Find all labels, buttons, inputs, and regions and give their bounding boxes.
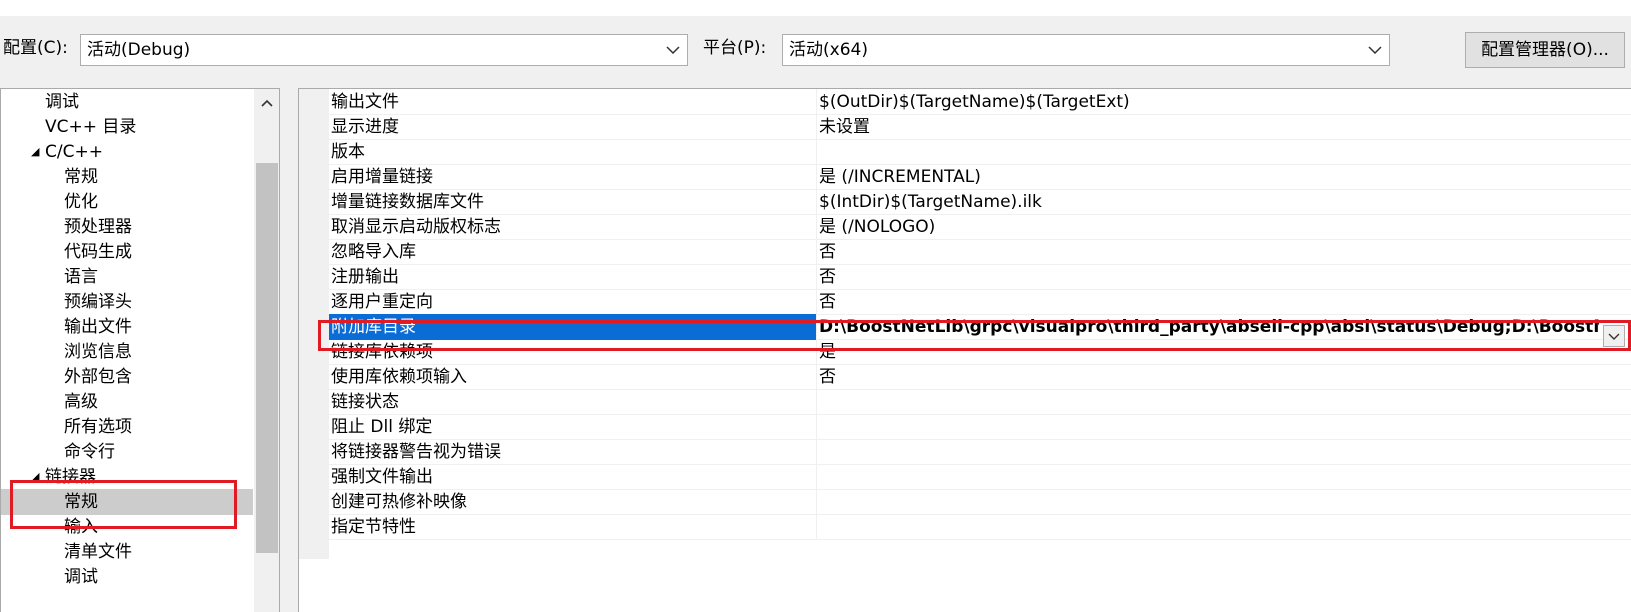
tree-item-output-files[interactable]: 输出文件 (1, 314, 253, 340)
property-name: 链接库依赖项 (331, 342, 433, 362)
property-row[interactable]: 强制文件输出 (329, 464, 1631, 490)
tree-item-all-options[interactable]: 所有选项 (1, 414, 253, 440)
chevron-down-icon (1608, 333, 1620, 340)
config-combo[interactable]: 活动(Debug) (80, 34, 688, 66)
tree-item-input[interactable]: 输入 (1, 514, 253, 540)
platform-combo[interactable]: 活动(x64) (782, 34, 1390, 66)
property-row-additional-lib-dirs[interactable]: 附加库目录 D:\BoostNetLib\grpc\visualpro\third… (329, 314, 1631, 340)
property-name: 输出文件 (331, 92, 399, 112)
expand-triangle-icon[interactable]: ◢ (31, 139, 39, 165)
property-name: 将链接器警告视为错误 (331, 442, 501, 462)
config-combo-value: 活动(Debug) (87, 40, 191, 60)
tree-item-cpp[interactable]: ◢ C/C++ (1, 139, 253, 165)
property-name: 创建可热修补映像 (331, 492, 467, 512)
tree-item-precompiled-headers[interactable]: 预编译头 (1, 289, 253, 315)
property-row[interactable]: 版本 (329, 139, 1631, 165)
property-name: 注册输出 (331, 267, 399, 287)
tree-item-optimization[interactable]: 优化 (1, 189, 253, 215)
tree-item-command-line[interactable]: 命令行 (1, 439, 253, 465)
property-name: 忽略导入库 (331, 242, 416, 262)
tree-item-advanced[interactable]: 高级 (1, 389, 253, 415)
property-value[interactable]: 否 (819, 289, 1599, 315)
property-row[interactable]: 创建可热修补映像 (329, 489, 1631, 515)
expand-triangle-icon[interactable]: ◢ (31, 464, 39, 490)
tree-item-cpp-general[interactable]: 常规 (1, 164, 253, 190)
property-row[interactable]: 指定节特性 (329, 514, 1631, 540)
property-row[interactable]: 将链接器警告视为错误 (329, 439, 1631, 465)
property-name: 阻止 Dll 绑定 (331, 417, 433, 437)
tree-item-linker-general[interactable]: 常规 (1, 489, 253, 515)
chevron-down-icon (665, 36, 681, 64)
property-value[interactable]: 是 (819, 339, 1599, 365)
property-name: 增量链接数据库文件 (331, 192, 484, 212)
platform-combo-value: 活动(x64) (789, 40, 868, 60)
property-row[interactable]: 阻止 Dll 绑定 (329, 414, 1631, 440)
property-name: 显示进度 (331, 117, 399, 137)
scroll-up-arrow-icon[interactable] (254, 93, 279, 113)
property-value[interactable]: 是 (/NOLOGO) (819, 214, 1599, 240)
property-row[interactable]: 逐用户重定向 否 (329, 289, 1631, 315)
tree-item-linker-debug[interactable]: 调试 (1, 564, 253, 590)
chevron-down-icon (1367, 36, 1383, 64)
property-row[interactable]: 增量链接数据库文件 $(IntDir)$(TargetName).ilk (329, 189, 1631, 215)
property-row[interactable]: 显示进度 未设置 (329, 114, 1631, 140)
property-name: 强制文件输出 (331, 467, 433, 487)
property-value[interactable]: $(IntDir)$(TargetName).ilk (819, 189, 1599, 215)
property-name: 附加库目录 (329, 314, 816, 340)
title-bar (0, 0, 1631, 16)
property-row[interactable]: 忽略导入库 否 (329, 239, 1631, 265)
property-row[interactable]: 输出文件 $(OutDir)$(TargetName)$(TargetExt) (329, 89, 1631, 115)
property-name: 指定节特性 (331, 517, 416, 537)
tree-item-manifest-file[interactable]: 清单文件 (1, 539, 253, 565)
property-value[interactable]: 未设置 (819, 114, 1599, 140)
tree-scrollbar[interactable] (254, 89, 279, 612)
property-value[interactable]: 否 (819, 364, 1599, 390)
value-dropdown-button[interactable] (1603, 325, 1625, 347)
property-name: 使用库依赖项输入 (331, 367, 467, 387)
property-value[interactable]: 否 (819, 239, 1599, 265)
tree-item-code-generation[interactable]: 代码生成 (1, 239, 253, 265)
property-name: 取消显示启动版权标志 (331, 217, 501, 237)
platform-label: 平台(P): (703, 38, 767, 58)
property-value[interactable]: 是 (/INCREMENTAL) (819, 164, 1599, 190)
property-row[interactable]: 链接状态 (329, 389, 1631, 415)
property-tree: 调试 VC++ 目录 ◢ C/C++ 常规 优化 预处理器 代码生成 语言 预编… (0, 88, 280, 612)
tree-item-language[interactable]: 语言 (1, 264, 253, 290)
tree-item-browse-info[interactable]: 浏览信息 (1, 339, 253, 365)
property-name: 版本 (331, 142, 365, 162)
tree-item-preprocessor[interactable]: 预处理器 (1, 214, 253, 240)
tree-item-debug[interactable]: 调试 (1, 89, 253, 115)
property-row[interactable]: 取消显示启动版权标志 是 (/NOLOGO) (329, 214, 1631, 240)
property-name: 启用增量链接 (331, 167, 433, 187)
property-row[interactable]: 链接库依赖项 是 (329, 339, 1631, 365)
property-row[interactable]: 使用库依赖项输入 否 (329, 364, 1631, 390)
config-label: 配置(C): (3, 38, 68, 58)
property-value[interactable]: D:\BoostNetLib\grpc\visualpro\third_part… (819, 314, 1599, 340)
property-value[interactable]: 否 (819, 264, 1599, 290)
scrollbar-thumb[interactable] (256, 163, 278, 553)
property-name: 链接状态 (331, 392, 399, 412)
property-row[interactable]: 注册输出 否 (329, 264, 1631, 290)
property-value[interactable]: $(OutDir)$(TargetName)$(TargetExt) (819, 89, 1599, 115)
config-manager-button[interactable]: 配置管理器(O)... (1465, 32, 1625, 68)
tree-item-linker[interactable]: ◢ 链接器 (1, 464, 253, 490)
property-grid: 输出文件 $(OutDir)$(TargetName)$(TargetExt) 显… (298, 88, 1631, 612)
tree-item-vc-dirs[interactable]: VC++ 目录 (1, 114, 253, 140)
tree-item-external-includes[interactable]: 外部包含 (1, 364, 253, 390)
property-name: 逐用户重定向 (331, 292, 433, 312)
grid-margin (299, 89, 329, 559)
property-row[interactable]: 启用增量链接 是 (/INCREMENTAL) (329, 164, 1631, 190)
